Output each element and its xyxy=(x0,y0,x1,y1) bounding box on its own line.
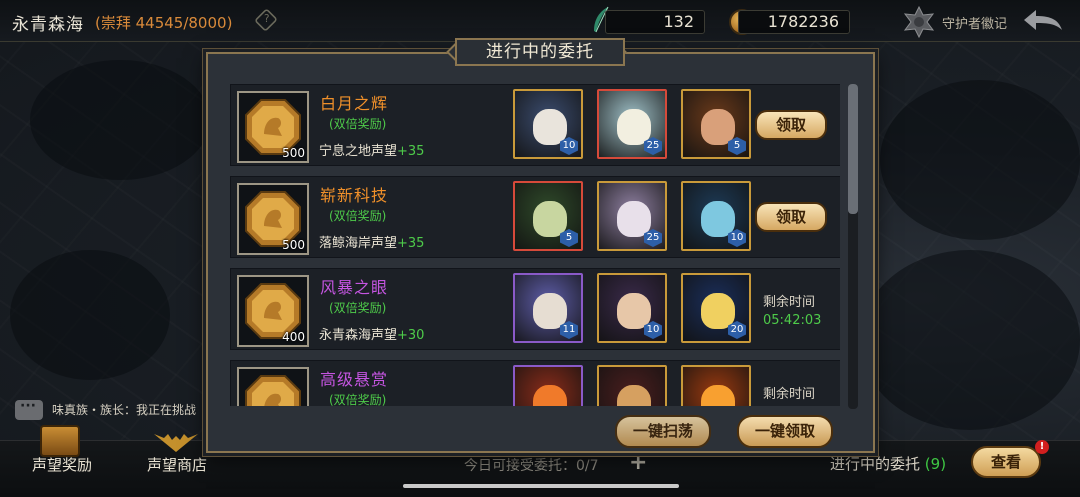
reward-amount: 400 xyxy=(282,330,305,344)
remaining-time-label: 剩余时间 xyxy=(763,387,816,402)
hero-portrait[interactable]: 20 xyxy=(681,273,751,343)
view-button[interactable]: 查看 xyxy=(971,446,1041,478)
back-arrow-icon[interactable] xyxy=(1022,8,1064,34)
hero-portrait[interactable]: 10 xyxy=(513,89,583,159)
hero-portrait[interactable]: 10 xyxy=(681,181,751,251)
ongoing-tasks-label: 进行中的委托 (9) xyxy=(830,455,947,473)
home-indicator xyxy=(403,484,679,488)
hero-portrait[interactable] xyxy=(681,365,751,406)
reputation-reward-button[interactable]: 声望奖励 xyxy=(18,442,106,482)
fame-region: 宁息之地声望 xyxy=(319,144,398,159)
reward-item[interactable] xyxy=(237,367,309,406)
hero-face xyxy=(533,385,567,406)
hero-face xyxy=(701,385,735,406)
reward-item[interactable]: 500 xyxy=(237,183,309,255)
hero-face xyxy=(617,201,651,237)
task-name: 崭新科技 xyxy=(320,186,389,205)
hero-portrait[interactable]: 5 xyxy=(513,181,583,251)
hero-face xyxy=(701,109,735,145)
daily-accept-count: 今日可接受委托：0/7 xyxy=(464,458,599,474)
fame-region: 落鲸海岸声望 xyxy=(319,236,398,251)
hero-portrait[interactable]: 10 xyxy=(597,273,667,343)
hero-face xyxy=(701,293,735,329)
task-row: 400 风暴之眼 (双倍奖励) 永青森海声望+30 11 10 20 剩余时间 05:42:03 xyxy=(230,268,840,350)
reward-item[interactable]: 500 xyxy=(237,91,309,163)
hero-portrait[interactable]: 11 xyxy=(513,273,583,343)
task-name: 风暴之眼 xyxy=(320,278,389,297)
hero-portrait[interactable] xyxy=(513,365,583,406)
hero-face xyxy=(533,201,567,237)
hero-face xyxy=(701,201,735,237)
modal-title: 进行中的委托 xyxy=(455,38,625,66)
task-list-scrollbar[interactable] xyxy=(848,84,858,409)
guardian-badge-icon[interactable] xyxy=(902,5,936,39)
guardian-badge-label[interactable]: 守护者徽记 xyxy=(942,13,1007,32)
hero-portrait[interactable]: 5 xyxy=(681,89,751,159)
claim-all-button[interactable]: 一键领取 xyxy=(737,415,833,448)
fame-reward: 永青森海声望+30 xyxy=(319,324,424,343)
hero-face xyxy=(533,109,567,145)
sweep-all-button[interactable]: 一键扫荡 xyxy=(615,415,711,448)
reward-amount: 500 xyxy=(282,146,305,160)
fame-reward: 落鲸海岸声望+35 xyxy=(319,232,424,251)
fame-amount: +30 xyxy=(397,328,425,343)
reward-item[interactable]: 400 xyxy=(237,275,309,347)
hero-face xyxy=(533,293,567,329)
task-name: 白月之辉 xyxy=(320,94,389,113)
reputation-coin-icon xyxy=(245,375,301,406)
fame-amount: +35 xyxy=(397,144,425,159)
feather-resource-value: 132 xyxy=(605,10,705,34)
hero-face xyxy=(617,385,651,406)
claim-button[interactable]: 领取 xyxy=(755,110,827,140)
task-list: 500 白月之辉 (双倍奖励) 宁息之地声望+35 10 25 5 领取 500 崭新科技 (双倍奖… xyxy=(220,84,840,406)
hero-face xyxy=(617,109,651,145)
hero-portrait[interactable]: 25 xyxy=(597,181,667,251)
chat-message[interactable]: 味真族・族长：我正在挑战 xyxy=(52,401,196,418)
remaining-time-value: 05:42:03 xyxy=(763,313,822,328)
hero-portrait[interactable]: 25 xyxy=(597,89,667,159)
plus-icon[interactable]: + xyxy=(629,452,649,474)
chat-icon[interactable] xyxy=(15,398,43,420)
hero-portrait[interactable] xyxy=(597,365,667,406)
hero-face xyxy=(617,293,651,329)
task-row: 500 白月之辉 (双倍奖励) 宁息之地声望+35 10 25 5 领取 xyxy=(230,84,840,166)
double-reward-label: (双倍奖励) xyxy=(329,209,387,223)
task-name: 高级悬赏 xyxy=(320,370,389,389)
task-row: 500 崭新科技 (双倍奖励) 落鲸海岸声望+35 5 25 10 领取 xyxy=(230,176,840,258)
double-reward-label: (双倍奖励) xyxy=(329,393,387,406)
alert-badge: ! xyxy=(1035,440,1049,454)
region-title: 永青森海 xyxy=(12,15,84,35)
fame-reward: 宁息之地声望+35 xyxy=(319,140,424,159)
worship-progress: (崇拜 44545/8000) xyxy=(95,14,233,32)
double-reward-label: (双倍奖励) xyxy=(329,301,387,315)
task-row: 高级悬赏 (双倍奖励) 剩余时间 xyxy=(230,360,840,406)
remaining-time-label: 剩余时间 xyxy=(763,295,816,310)
ongoing-tasks-modal: 500 白月之辉 (双倍奖励) 宁息之地声望+35 10 25 5 领取 500 崭新科技 (双倍奖… xyxy=(206,52,875,453)
scroll-thumb[interactable] xyxy=(848,84,858,214)
gold-resource-value: 1782236 xyxy=(738,10,850,34)
fame-amount: +35 xyxy=(397,236,425,251)
fame-region: 永青森海声望 xyxy=(319,328,398,343)
double-reward-label: (双倍奖励) xyxy=(329,117,387,131)
ongoing-tasks-count: (9) xyxy=(924,455,947,473)
claim-button[interactable]: 领取 xyxy=(755,202,827,232)
reward-amount: 500 xyxy=(282,238,305,252)
